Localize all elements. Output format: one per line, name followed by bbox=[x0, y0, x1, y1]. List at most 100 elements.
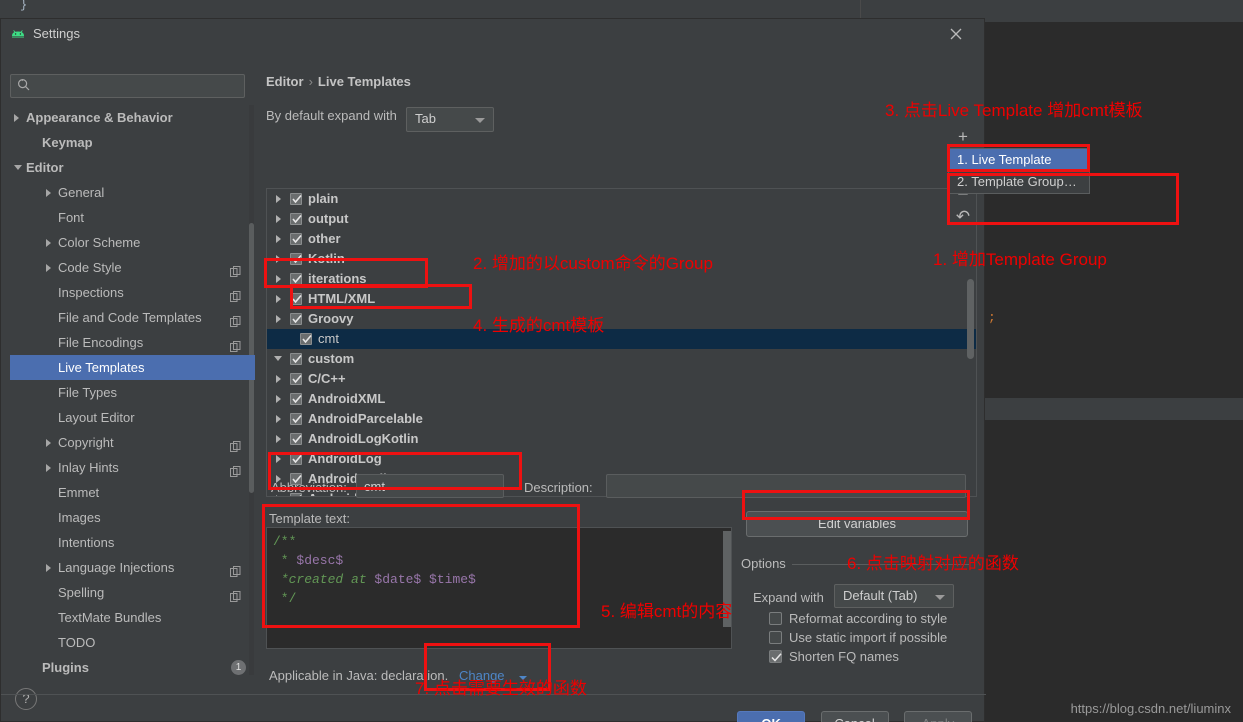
add-template-button[interactable]: + bbox=[950, 126, 976, 150]
option-row[interactable]: Use static import if possible bbox=[769, 630, 947, 645]
chevron-right-icon[interactable] bbox=[276, 455, 281, 463]
apply-button[interactable]: Apply bbox=[904, 711, 972, 722]
template-row[interactable]: custom bbox=[267, 349, 976, 369]
sidebar-item-general[interactable]: General bbox=[10, 180, 255, 205]
sidebar-item-file-encodings[interactable]: File Encodings bbox=[10, 330, 255, 355]
search-input[interactable] bbox=[37, 76, 237, 96]
sidebar-item-todo[interactable]: TODO bbox=[10, 630, 255, 655]
template-enabled-checkbox[interactable] bbox=[290, 353, 302, 365]
chevron-down-icon[interactable] bbox=[274, 356, 282, 365]
chevron-right-icon[interactable] bbox=[276, 275, 281, 283]
chevron-right-icon[interactable] bbox=[276, 375, 281, 383]
copy-settings-icon[interactable] bbox=[230, 586, 241, 602]
description-input[interactable] bbox=[612, 475, 960, 497]
chevron-right-icon[interactable] bbox=[46, 564, 51, 572]
template-row[interactable]: AndroidLogKotlin bbox=[267, 429, 976, 449]
template-enabled-checkbox[interactable] bbox=[290, 293, 302, 305]
template-row[interactable]: output bbox=[267, 209, 976, 229]
add-template-popup-menu[interactable]: 1. Live Template 2. Template Group… bbox=[948, 148, 1090, 194]
ok-button[interactable]: OK bbox=[737, 711, 806, 722]
copy-settings-icon[interactable] bbox=[230, 286, 241, 302]
default-expand-select[interactable]: Tab bbox=[406, 107, 494, 132]
sidebar-item-images[interactable]: Images bbox=[10, 505, 255, 530]
template-row[interactable]: HTML/XML bbox=[267, 289, 976, 309]
template-row[interactable]: AndroidLog bbox=[267, 449, 976, 469]
sidebar-item-inlay-hints[interactable]: Inlay Hints bbox=[10, 455, 255, 480]
chevron-down-icon[interactable] bbox=[14, 165, 22, 174]
option-checkbox[interactable] bbox=[769, 631, 782, 644]
template-enabled-checkbox[interactable] bbox=[290, 213, 302, 225]
chevron-right-icon[interactable] bbox=[276, 395, 281, 403]
popup-menu-item-1[interactable]: 1. Live Template bbox=[949, 149, 1089, 171]
template-enabled-checkbox[interactable] bbox=[290, 233, 302, 245]
sidebar-item-keymap[interactable]: Keymap bbox=[10, 130, 255, 155]
template-enabled-checkbox[interactable] bbox=[290, 373, 302, 385]
breadcrumb-root[interactable]: Editor bbox=[266, 74, 304, 89]
template-row[interactable]: cmt bbox=[267, 329, 976, 349]
sidebar-item-appearance-behavior[interactable]: Appearance & Behavior bbox=[10, 105, 255, 130]
copy-settings-icon[interactable] bbox=[230, 336, 241, 352]
template-enabled-checkbox[interactable] bbox=[300, 333, 312, 345]
chevron-right-icon[interactable] bbox=[46, 189, 51, 197]
abbreviation-input[interactable] bbox=[362, 475, 498, 497]
option-checkbox[interactable] bbox=[769, 650, 782, 663]
settings-sidebar[interactable]: Appearance & Behavior Keymap Editor General… bbox=[10, 105, 255, 675]
copy-settings-icon[interactable] bbox=[230, 311, 241, 327]
chevron-right-icon[interactable] bbox=[276, 295, 281, 303]
sidebar-item-code-style[interactable]: Code Style bbox=[10, 255, 255, 280]
template-enabled-checkbox[interactable] bbox=[290, 253, 302, 265]
template-enabled-checkbox[interactable] bbox=[290, 433, 302, 445]
option-checkbox[interactable] bbox=[769, 612, 782, 625]
edit-variables-button[interactable]: Edit variables bbox=[746, 511, 968, 537]
chevron-right-icon[interactable] bbox=[276, 195, 281, 203]
sidebar-item-plugins[interactable]: Plugins 1 bbox=[10, 655, 255, 675]
expand-with-select[interactable]: Default (Tab) bbox=[834, 584, 954, 608]
settings-search[interactable] bbox=[10, 74, 245, 98]
sidebar-item-file-types[interactable]: File Types bbox=[10, 380, 255, 405]
copy-settings-icon[interactable] bbox=[230, 561, 241, 577]
sidebar-item-file-and-code-templates[interactable]: File and Code Templates bbox=[10, 305, 255, 330]
sidebar-item-color-scheme[interactable]: Color Scheme bbox=[10, 230, 255, 255]
chevron-right-icon[interactable] bbox=[276, 415, 281, 423]
template-enabled-checkbox[interactable] bbox=[290, 393, 302, 405]
template-tree-scrollbar[interactable] bbox=[967, 279, 974, 359]
sidebar-item-spelling[interactable]: Spelling bbox=[10, 580, 255, 605]
cancel-button[interactable]: Cancel bbox=[820, 711, 889, 722]
chevron-right-icon[interactable] bbox=[14, 114, 19, 122]
chevron-right-icon[interactable] bbox=[276, 435, 281, 443]
chevron-right-icon[interactable] bbox=[276, 235, 281, 243]
description-field[interactable] bbox=[606, 474, 966, 498]
copy-settings-icon[interactable] bbox=[230, 436, 241, 452]
sidebar-item-emmet[interactable]: Emmet bbox=[10, 480, 255, 505]
template-enabled-checkbox[interactable] bbox=[290, 273, 302, 285]
template-row[interactable]: Groovy bbox=[267, 309, 976, 329]
chevron-right-icon[interactable] bbox=[46, 264, 51, 272]
chevron-right-icon[interactable] bbox=[276, 215, 281, 223]
sidebar-item-layout-editor[interactable]: Layout Editor bbox=[10, 405, 255, 430]
sidebar-item-language-injections[interactable]: Language Injections bbox=[10, 555, 255, 580]
template-row[interactable]: C/C++ bbox=[267, 369, 976, 389]
template-row[interactable]: AndroidXML bbox=[267, 389, 976, 409]
template-row[interactable]: other bbox=[267, 229, 976, 249]
template-tree[interactable]: plain output other Kotlin iterations HTML/XML… bbox=[266, 188, 977, 497]
help-button[interactable]: ? bbox=[15, 688, 37, 710]
close-icon[interactable] bbox=[946, 24, 966, 44]
template-enabled-checkbox[interactable] bbox=[290, 313, 302, 325]
chevron-right-icon[interactable] bbox=[46, 239, 51, 247]
template-row[interactable]: AndroidParcelable bbox=[267, 409, 976, 429]
chevron-right-icon[interactable] bbox=[276, 315, 281, 323]
template-row[interactable]: plain bbox=[267, 189, 976, 209]
template-enabled-checkbox[interactable] bbox=[290, 453, 302, 465]
sidebar-item-textmate-bundles[interactable]: TextMate Bundles bbox=[10, 605, 255, 630]
revert-template-button[interactable]: ↶ bbox=[950, 206, 976, 230]
copy-settings-icon[interactable] bbox=[230, 461, 241, 477]
template-enabled-checkbox[interactable] bbox=[290, 413, 302, 425]
sidebar-item-copyright[interactable]: Copyright bbox=[10, 430, 255, 455]
abbreviation-field[interactable] bbox=[356, 474, 504, 498]
chevron-right-icon[interactable] bbox=[276, 255, 281, 263]
sidebar-item-editor[interactable]: Editor bbox=[10, 155, 255, 180]
chevron-right-icon[interactable] bbox=[276, 495, 281, 496]
sidebar-item-inspections[interactable]: Inspections bbox=[10, 280, 255, 305]
sidebar-item-live-templates[interactable]: Live Templates bbox=[10, 355, 255, 380]
option-row[interactable]: Shorten FQ names bbox=[769, 649, 899, 664]
